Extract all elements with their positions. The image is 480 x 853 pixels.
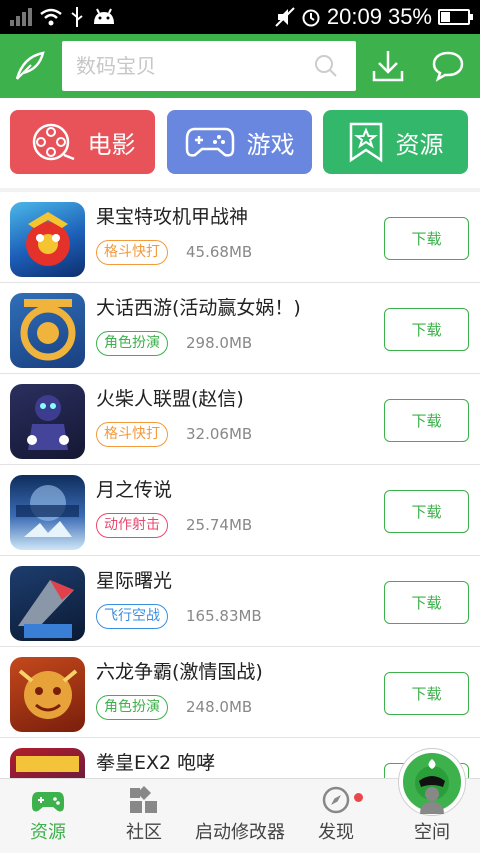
search-icon[interactable] bbox=[314, 54, 338, 78]
nav-space[interactable]: 空间 bbox=[384, 779, 480, 853]
status-bar: 20:09 35% bbox=[0, 0, 480, 34]
file-size: 32.06MB bbox=[186, 425, 253, 443]
app-list: 果宝特攻机甲战神 格斗快打 45.68MB 下载 大话西游(活动赢女娲！) 角色… bbox=[0, 192, 480, 778]
wifi-icon bbox=[40, 8, 62, 26]
nav-resources[interactable]: 资源 bbox=[0, 779, 96, 853]
app-thumbnail bbox=[10, 475, 85, 550]
clock: 20:09 bbox=[326, 4, 382, 29]
download-button[interactable]: 下载 bbox=[384, 399, 469, 442]
category-movie-button[interactable]: 电影 bbox=[10, 110, 155, 174]
category-game-button[interactable]: 游戏 bbox=[167, 110, 312, 174]
battery-percent: 35% bbox=[387, 4, 432, 29]
film-reel-icon bbox=[32, 123, 74, 161]
category-label: 资源 bbox=[395, 130, 444, 159]
feather-logo-icon[interactable] bbox=[0, 34, 60, 98]
download-button[interactable]: 下载 bbox=[384, 217, 469, 260]
app-title: 星际曙光 bbox=[96, 570, 173, 592]
file-size: 25.74MB bbox=[186, 516, 253, 534]
genre-tag: 角色扮演 bbox=[96, 331, 168, 356]
user-icon bbox=[420, 787, 444, 814]
android-icon bbox=[94, 8, 114, 24]
category-resource-button[interactable]: 资源 bbox=[323, 110, 468, 174]
nav-label: 启动修改器 bbox=[195, 822, 285, 843]
genre-tag: 飞行空战 bbox=[96, 604, 168, 629]
category-bar: 电影 游戏 资源 bbox=[0, 98, 480, 188]
grid-icon bbox=[130, 786, 157, 813]
download-button[interactable]: 下载 bbox=[384, 308, 469, 351]
nav-label: 社区 bbox=[126, 822, 162, 843]
app-title: 月之传说 bbox=[96, 479, 173, 501]
app-thumbnail bbox=[10, 566, 85, 641]
list-item[interactable]: 月之传说 动作射击 25.74MB 下载 bbox=[0, 465, 480, 556]
app-title: 大话西游(活动赢女娲！) bbox=[96, 297, 301, 319]
app-header bbox=[0, 34, 480, 98]
mute-icon bbox=[275, 7, 295, 27]
battery-icon bbox=[438, 9, 473, 25]
alarm-icon bbox=[302, 9, 320, 27]
list-item[interactable]: 火柴人联盟(赵信) 格斗快打 32.06MB 下载 bbox=[0, 374, 480, 465]
genre-tag: 动作射击 bbox=[96, 513, 168, 538]
app-thumbnail bbox=[10, 384, 85, 459]
download-button[interactable]: 下载 bbox=[384, 581, 469, 624]
app-thumbnail bbox=[10, 202, 85, 277]
list-item[interactable]: 大话西游(活动赢女娲！) 角色扮演 298.0MB 下载 bbox=[0, 283, 480, 374]
app-title: 火柴人联盟(赵信) bbox=[96, 388, 244, 410]
app-thumbnail bbox=[10, 293, 85, 368]
genre-tag: 格斗快打 bbox=[96, 422, 168, 447]
bookmark-star-icon bbox=[349, 122, 382, 163]
file-size: 298.0MB bbox=[186, 334, 253, 352]
app-title: 果宝特攻机甲战神 bbox=[96, 206, 249, 228]
search-bar[interactable] bbox=[62, 41, 356, 91]
download-button[interactable]: 下载 bbox=[384, 672, 469, 715]
nav-label: 空间 bbox=[414, 822, 450, 843]
nav-community[interactable]: 社区 bbox=[96, 779, 192, 853]
list-item[interactable]: 星际曙光 飞行空战 165.83MB 下载 bbox=[0, 556, 480, 647]
file-size: 165.83MB bbox=[186, 607, 262, 625]
nav-label: 发现 bbox=[318, 822, 354, 843]
file-size: 45.68MB bbox=[186, 243, 253, 261]
category-label: 电影 bbox=[87, 130, 136, 159]
bottom-nav: 资源 社区 启动修改器 发现 空间 bbox=[0, 749, 480, 853]
search-input[interactable] bbox=[76, 54, 306, 78]
nav-launch-modifier[interactable]: 启动修改器 bbox=[192, 749, 465, 853]
usb-icon bbox=[71, 7, 83, 27]
download-button[interactable]: 下载 bbox=[384, 490, 469, 533]
app-title: 六龙争霸(激情国战) bbox=[96, 661, 263, 683]
list-item[interactable]: 果宝特攻机甲战神 格斗快打 45.68MB 下载 bbox=[0, 192, 480, 283]
download-icon[interactable] bbox=[358, 34, 418, 98]
file-size: 248.0MB bbox=[186, 698, 253, 716]
signal-icon bbox=[10, 8, 32, 26]
gamepad-icon bbox=[185, 127, 234, 157]
notification-badge bbox=[354, 793, 363, 802]
message-icon[interactable] bbox=[418, 34, 478, 98]
app-thumbnail bbox=[10, 657, 85, 732]
genre-tag: 角色扮演 bbox=[96, 695, 168, 720]
genre-tag: 格斗快打 bbox=[96, 240, 168, 265]
nav-discover[interactable]: 发现 bbox=[288, 779, 384, 853]
compass-icon bbox=[322, 786, 350, 814]
app-title: 拳皇EX2 咆哮 bbox=[96, 752, 216, 774]
list-item[interactable]: 六龙争霸(激情国战) 角色扮演 248.0MB 下载 bbox=[0, 647, 480, 738]
category-label: 游戏 bbox=[246, 130, 295, 159]
nav-label: 资源 bbox=[30, 822, 66, 843]
app-thumbnail bbox=[10, 748, 85, 778]
gamepad-icon bbox=[32, 792, 64, 812]
